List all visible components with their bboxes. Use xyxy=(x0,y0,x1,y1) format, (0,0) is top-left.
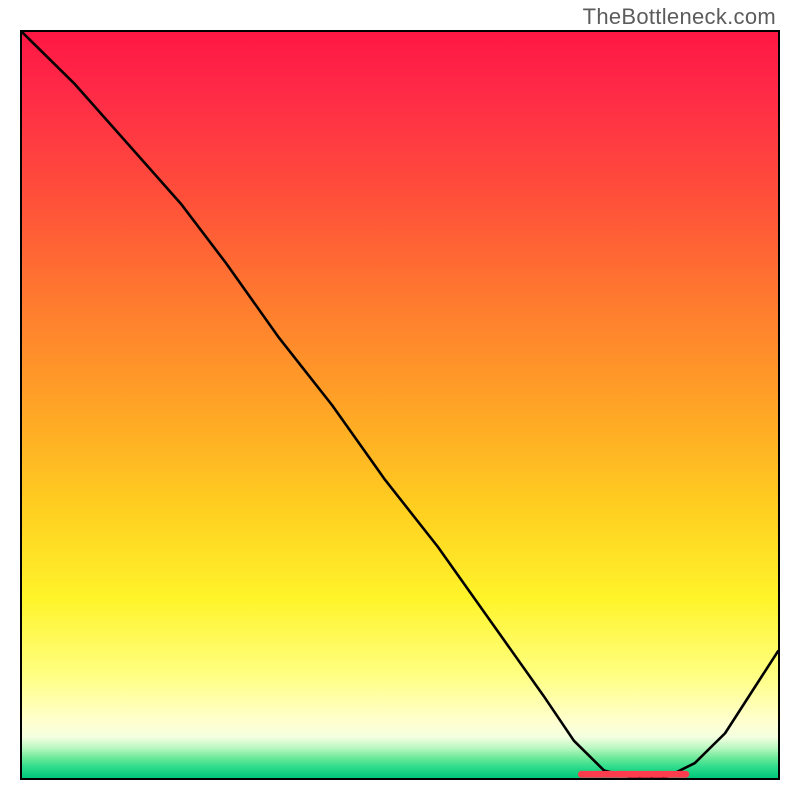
chart-container: TheBottleneck.com xyxy=(0,0,800,800)
chart-svg xyxy=(22,32,778,778)
curve-line xyxy=(22,32,778,778)
plot-area xyxy=(20,30,780,780)
attribution-text: TheBottleneck.com xyxy=(583,4,776,30)
